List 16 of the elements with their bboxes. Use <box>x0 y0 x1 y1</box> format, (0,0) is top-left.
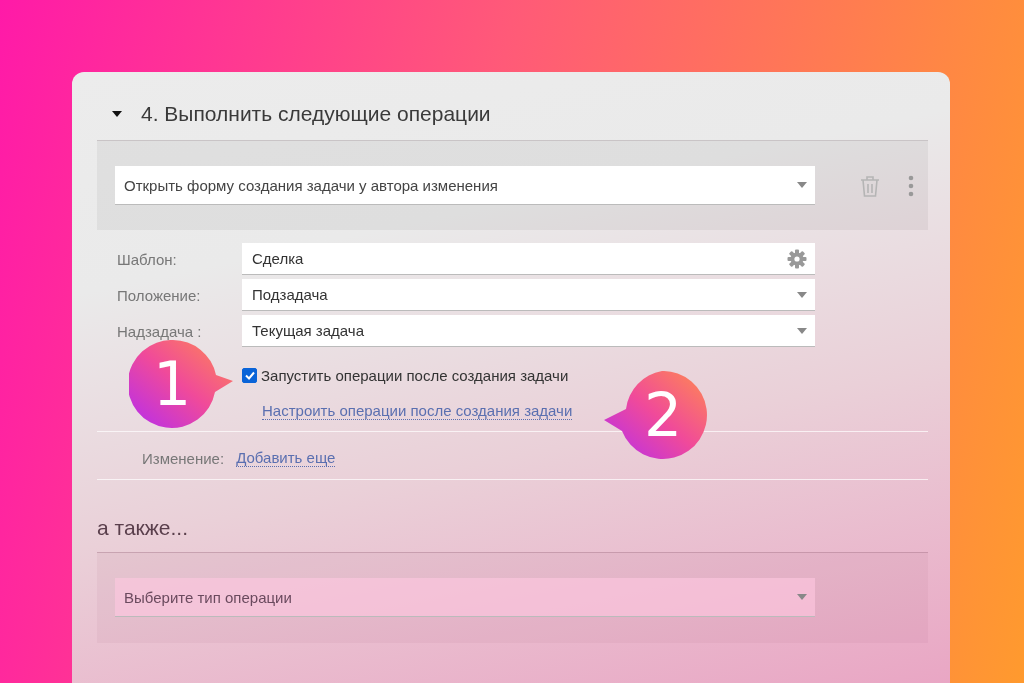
input-field[interactable]: Сделка <box>242 243 815 275</box>
select-field[interactable]: Подзадача <box>242 279 815 311</box>
field-label: Надзадача : <box>117 322 203 340</box>
operation-select[interactable]: Открыть форму создания задачи у автора изменения <box>115 166 815 205</box>
callout-number: 2 <box>644 385 683 445</box>
callout-number: 1 <box>153 354 192 414</box>
add-more-link[interactable]: Добавить еще <box>236 449 336 467</box>
operation-type-select[interactable]: Выберите тип операции <box>115 578 815 617</box>
section-title: 4. Выполнить следующие операции <box>141 102 491 126</box>
field-label: Положение: <box>117 286 202 304</box>
select-field[interactable]: Текущая задача <box>242 315 815 347</box>
also-heading: а также... <box>97 516 189 540</box>
configure-link[interactable]: Настроить операции после создания задачи <box>262 402 573 420</box>
checkbox-label: Запустить операции после создания задачи <box>261 367 569 384</box>
change-label: Изменение: <box>142 449 225 467</box>
field-label: Шаблон: <box>117 250 178 268</box>
